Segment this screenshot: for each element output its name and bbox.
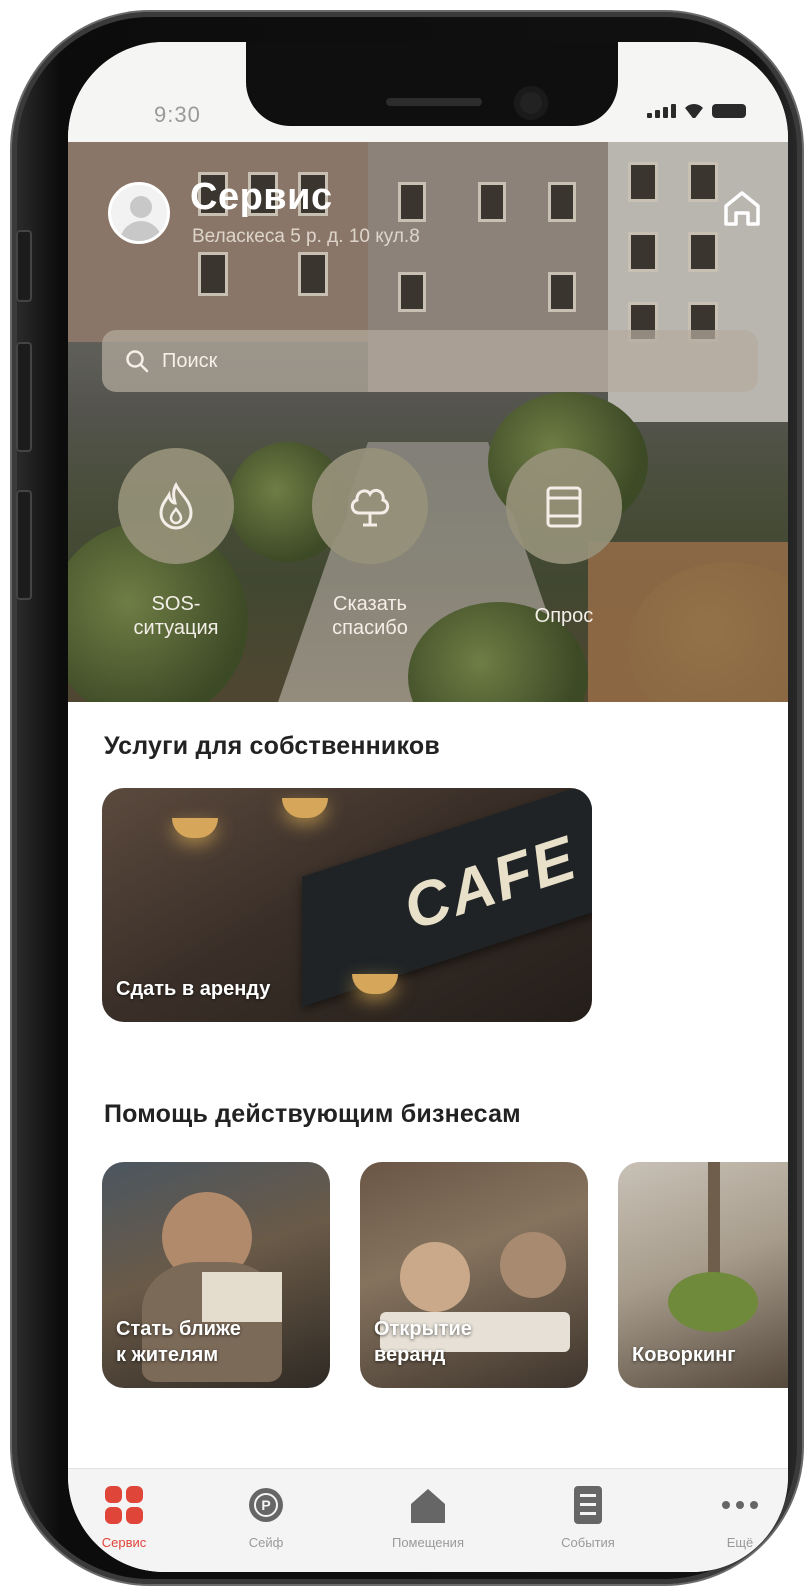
house-icon (411, 1489, 445, 1523)
speaker-grille (386, 98, 482, 106)
plant-shape (668, 1272, 758, 1332)
avatar[interactable] (108, 182, 170, 244)
search-icon (126, 350, 149, 373)
volume-up-button (16, 342, 32, 452)
tab-more-label: Ещё (726, 1535, 754, 1550)
page-title: Сервис (190, 176, 333, 218)
clipboard-icon (546, 486, 582, 528)
sos-label-line2: ситуация (133, 617, 219, 639)
phone-frame: 9:30 Сервис Веласкеса 5 р. д. 10 кул.8 П… (12, 12, 802, 1584)
grid-icon (105, 1486, 143, 1524)
poll-label: Опрос (534, 605, 594, 627)
parking-icon: P (249, 1488, 283, 1522)
coworking-card[interactable]: Коворкинг (618, 1162, 788, 1388)
document-icon (574, 1486, 602, 1524)
tab-more[interactable]: Ещё (680, 1483, 788, 1550)
battery-icon (712, 104, 746, 118)
tab-service-label: Сервис (101, 1535, 147, 1550)
tab-bar: Сервис P Сейф Помещения События Ещё (68, 1468, 788, 1572)
poll-button[interactable]: Опрос (494, 448, 634, 628)
tab-events-label: События (561, 1535, 615, 1550)
svg-text:P: P (261, 1497, 270, 1513)
sos-label-line1: SOS- (151, 593, 201, 615)
person-shape (500, 1232, 566, 1298)
mute-switch (16, 230, 32, 302)
closer-to-residents-card[interactable]: Стать ближе к жителям (102, 1162, 330, 1388)
tab-safe-label: Сейф (248, 1535, 284, 1550)
tab-service[interactable]: Сервис (68, 1483, 184, 1550)
sos-button[interactable]: SOS-ситуация (106, 448, 246, 640)
notch (246, 42, 618, 126)
status-time: 9:30 (154, 102, 201, 127)
closer-caption-line1: Стать ближе (116, 1318, 241, 1340)
verandas-caption-line1: Открытие (374, 1318, 472, 1340)
verandas-card[interactable]: Открытие веранд (360, 1162, 588, 1388)
box-shape (202, 1272, 282, 1322)
thanks-label-line2: спасибо (332, 617, 408, 639)
lamp-shape (282, 798, 328, 818)
owners-section-title: Услуги для собственников (104, 732, 440, 760)
hero-banner: Сервис Веласкеса 5 р. д. 10 кул.8 Поиск (68, 142, 788, 702)
coworking-caption: Коворкинг (632, 1344, 736, 1366)
thanks-circle (312, 448, 428, 564)
search-input[interactable]: Поиск (102, 330, 758, 392)
verandas-caption-line2: веранд (374, 1344, 446, 1366)
volume-down-button (16, 490, 32, 600)
rent-out-card[interactable]: CAFE Сдать в аренду (102, 788, 592, 1022)
thanks-button[interactable]: Сказать спасибо (300, 448, 440, 640)
person-shape (400, 1242, 470, 1312)
home-button[interactable] (718, 184, 766, 232)
rent-out-caption: Сдать в аренду (116, 978, 271, 1000)
signal-icon (647, 104, 676, 118)
house-outline-icon (724, 191, 760, 226)
tab-events[interactable]: События (528, 1483, 648, 1550)
lamp-shape (352, 974, 398, 994)
business-section-title: Помощь действующим бизнесам (104, 1100, 521, 1128)
wifi-icon (682, 104, 706, 118)
closer-caption-line2: к жителям (116, 1344, 219, 1366)
poll-circle (506, 448, 622, 564)
lamp-shape (172, 818, 218, 838)
flame-icon (159, 481, 193, 530)
search-placeholder: Поиск (162, 350, 218, 372)
tab-premises[interactable]: Помещения (368, 1483, 488, 1550)
tab-premises-label: Помещения (391, 1535, 464, 1550)
quick-actions: SOS-ситуация Сказать спасибо Опрос (68, 448, 788, 668)
status-bar: 9:30 (68, 42, 788, 142)
sos-circle (118, 448, 234, 564)
front-camera (514, 86, 548, 120)
avatar-head (130, 196, 152, 218)
status-indicators (647, 104, 746, 118)
tree-icon (350, 488, 390, 527)
more-icon (722, 1501, 758, 1509)
address-text[interactable]: Веласкеса 5 р. д. 10 кул.8 (192, 226, 420, 248)
thanks-label-line1: Сказать (333, 593, 407, 615)
tab-safe[interactable]: P Сейф (206, 1483, 326, 1550)
avatar-body (120, 221, 162, 241)
app-screen: 9:30 Сервис Веласкеса 5 р. д. 10 кул.8 П… (68, 42, 788, 1572)
